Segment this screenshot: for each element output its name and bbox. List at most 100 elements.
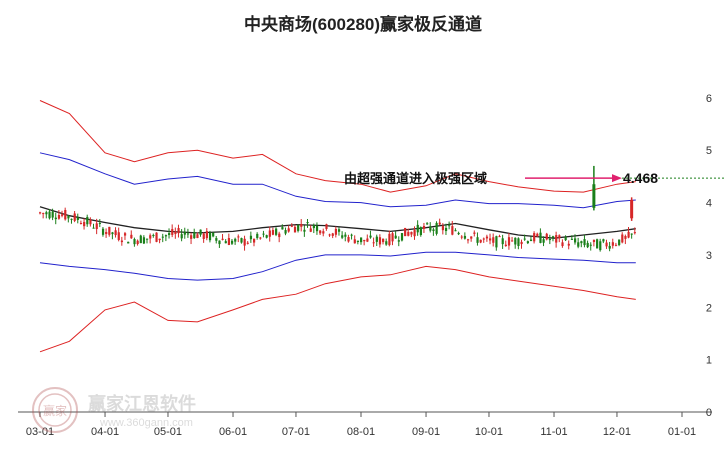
candle-body	[448, 225, 451, 227]
candle-body	[435, 222, 438, 234]
candle-body	[583, 239, 586, 246]
candle-body	[344, 234, 347, 237]
candle-body	[303, 229, 306, 232]
x-tick-label: 12-01	[603, 426, 631, 438]
annotation-value: 4.468	[623, 170, 658, 186]
candle-body	[70, 218, 73, 220]
candle-body	[400, 233, 404, 241]
y-tick-label: 2	[706, 302, 712, 314]
candle-body	[319, 230, 322, 234]
candle-body	[186, 233, 190, 235]
annotation-group: 由超强通道进入极强区域 4.468	[344, 170, 726, 187]
candle-body	[127, 241, 130, 244]
candle-body	[253, 238, 256, 243]
candle-body	[410, 231, 413, 235]
candle-body	[511, 240, 514, 242]
candle-body	[221, 238, 224, 240]
candle-body	[133, 239, 136, 245]
candle-body	[416, 224, 419, 233]
candle-body	[586, 242, 589, 248]
candle-body	[164, 235, 168, 237]
candle-body	[114, 230, 117, 236]
candle-body	[589, 244, 592, 246]
candle-body	[281, 227, 284, 230]
candle-body	[507, 237, 511, 246]
y-tick-label: 4	[706, 198, 712, 210]
candle-body	[599, 241, 602, 251]
candle-body	[92, 227, 95, 229]
candle-body	[205, 231, 208, 239]
candle-body	[495, 236, 498, 248]
candle-body	[574, 238, 577, 243]
candle-body	[212, 232, 215, 237]
x-tick-label: 05-01	[154, 426, 182, 438]
candle-body	[526, 241, 529, 244]
channel-line-inner-lower	[39, 251, 636, 281]
candle-body	[180, 234, 183, 239]
candle-body	[246, 242, 249, 244]
candle-body	[108, 226, 111, 235]
candle-body	[520, 241, 523, 245]
candle-body	[366, 238, 369, 242]
x-tick-label: 07-01	[282, 426, 310, 438]
candle-body	[337, 229, 341, 232]
candle-body	[592, 239, 596, 243]
candle-body	[293, 226, 297, 233]
candle-body	[470, 236, 473, 239]
y-tick-label: 5	[706, 145, 712, 157]
candle-body	[83, 221, 86, 227]
candle-body	[545, 233, 548, 240]
candle-body	[476, 237, 479, 243]
candle-body	[555, 235, 558, 243]
candle-body	[577, 242, 580, 247]
candle-body	[621, 234, 624, 243]
candle-body	[243, 238, 246, 246]
x-tick-label: 06-01	[219, 426, 247, 438]
candle-body	[48, 211, 51, 219]
candle-body	[171, 229, 174, 235]
candle-body	[95, 223, 98, 230]
candle-body	[529, 239, 533, 242]
candle-body	[633, 232, 636, 234]
candle-body	[334, 228, 338, 235]
candle-body	[278, 233, 281, 238]
candle-body	[158, 238, 161, 241]
candle-body	[504, 244, 507, 247]
candle-body	[501, 238, 504, 245]
candle-body	[602, 239, 605, 242]
candle-body	[551, 236, 555, 238]
candle-body	[309, 228, 312, 232]
candle-body	[514, 237, 517, 245]
candle-body	[227, 238, 231, 245]
y-tick-label: 1	[706, 355, 712, 367]
candle-body	[422, 226, 426, 229]
candle-body	[630, 233, 633, 235]
candle-body	[485, 236, 489, 239]
candle-body	[208, 232, 212, 241]
candle-body	[426, 223, 429, 225]
candle-body	[45, 212, 48, 215]
candle-body	[123, 233, 127, 236]
candle-body	[533, 233, 536, 242]
x-tick-label: 09-01	[412, 426, 440, 438]
candle-body	[297, 224, 300, 231]
candle-body	[542, 239, 545, 243]
candle-body	[441, 226, 445, 231]
candle-body	[328, 234, 331, 236]
candle-body	[624, 236, 627, 239]
candle-body	[611, 242, 614, 246]
candle-body	[42, 213, 45, 215]
candle-body	[618, 239, 621, 246]
candle-body	[331, 233, 334, 236]
candle-body	[363, 239, 366, 242]
candle-body	[79, 222, 83, 225]
candle-body	[460, 236, 463, 238]
candle-body	[89, 219, 92, 225]
candle-body	[161, 236, 164, 238]
candle-body	[105, 231, 108, 235]
candle-body	[146, 238, 149, 240]
candle-body	[397, 240, 400, 242]
candle-body	[111, 232, 114, 235]
candle-body	[325, 224, 328, 229]
candle-body	[419, 227, 422, 236]
